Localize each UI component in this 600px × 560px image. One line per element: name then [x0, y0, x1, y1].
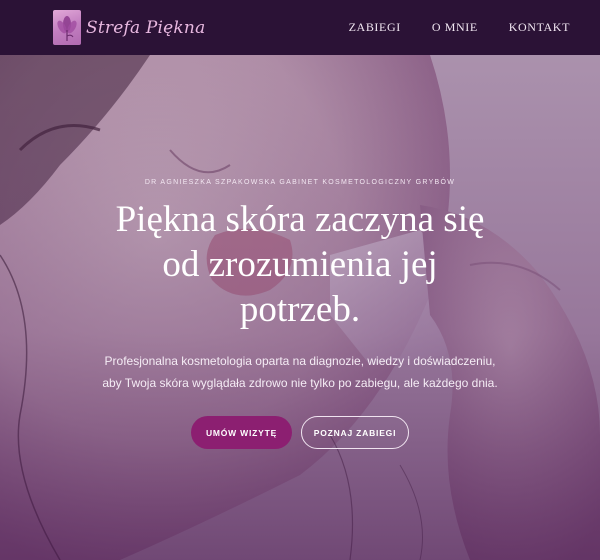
brand-logo[interactable]: Strefa Piękna: [53, 10, 205, 46]
brand-name: Strefa Piękna: [86, 17, 206, 38]
explore-treatments-button[interactable]: POZNAJ ZABIEGI: [301, 416, 409, 449]
top-navbar: Strefa Piękna ZABIEGI O MNIE KONTAKT: [0, 0, 600, 55]
nav-link-kontakt[interactable]: KONTAKT: [509, 20, 570, 35]
hero-headline: Piękna skóra zaczyna się od zrozumienia …: [115, 199, 485, 330]
hero-content: DR AGNIESZKA SZPAKOWSKA GABINET KOSMETOL…: [0, 55, 600, 560]
nav-link-zabiegi[interactable]: ZABIEGI: [349, 20, 401, 35]
hero-eyebrow: DR AGNIESZKA SZPAKOWSKA GABINET KOSMETOL…: [144, 179, 456, 186]
flower-logo-icon: [53, 10, 81, 45]
hero-section: DR AGNIESZKA SZPAKOWSKA GABINET KOSMETOL…: [0, 55, 600, 560]
nav-link-o-mnie[interactable]: O MNIE: [432, 20, 478, 35]
hero-subtext: Profesjonalna kosmetologia oparta na dia…: [102, 354, 498, 390]
hero-buttons: UMÓW WIZYTĘ POZNAJ ZABIEGI: [0, 416, 600, 449]
main-nav: ZABIEGI O MNIE KONTAKT: [349, 20, 570, 35]
book-visit-button[interactable]: UMÓW WIZYTĘ: [191, 416, 292, 449]
